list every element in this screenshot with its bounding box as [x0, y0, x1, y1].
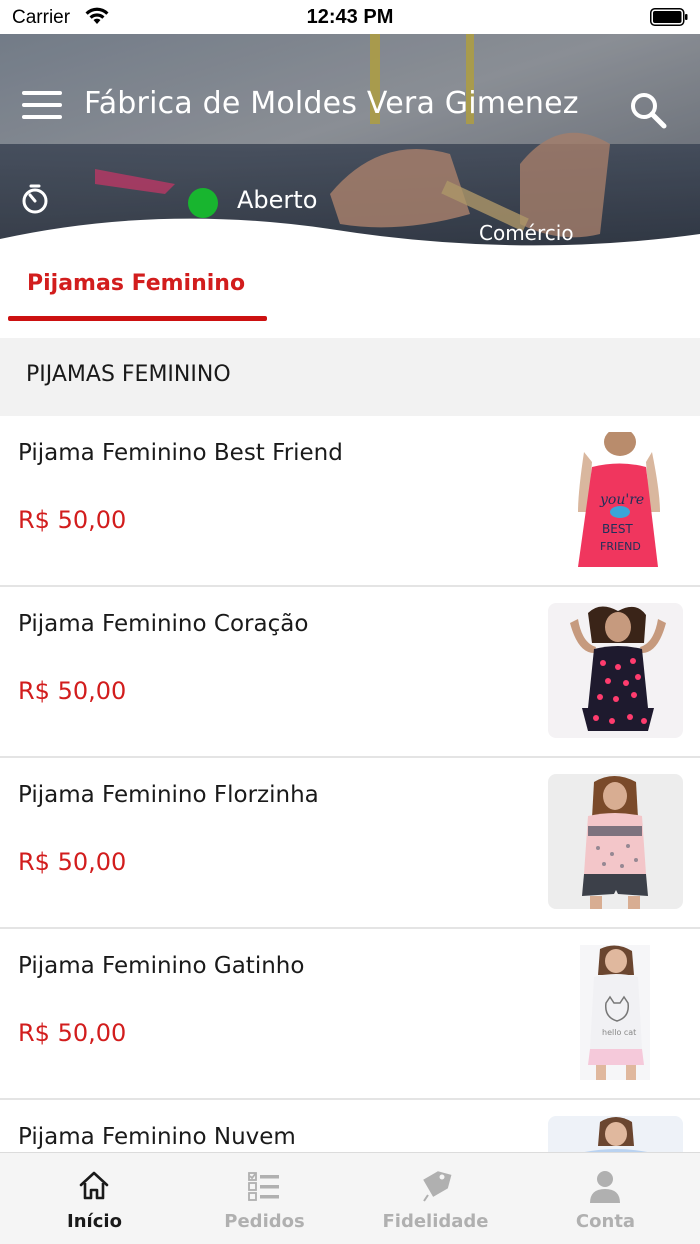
product-name: Pijama Feminino Best Friend [18, 440, 343, 466]
product-item[interactable]: Pijama Feminino Best Friend R$ 50,00 you… [0, 416, 700, 587]
bottom-navigation: Início Pedidos Fidelidade Conta [0, 1152, 700, 1244]
menu-button[interactable] [22, 91, 62, 123]
svg-text:BEST: BEST [602, 522, 633, 536]
product-item[interactable]: Pijama Feminino Coração R$ 50,00 [0, 587, 700, 758]
product-price: R$ 50,00 [18, 1019, 127, 1047]
loyalty-tag-icon [423, 1171, 452, 1202]
menu-icon-bar [22, 103, 62, 107]
section-title: PIJAMAS FEMININO [26, 362, 231, 387]
store-title: Fábrica de Moldes Vera Gimenez [84, 86, 579, 121]
nav-conta[interactable]: Conta [518, 1153, 693, 1244]
tab-label: Pijamas Feminino [27, 271, 246, 296]
battery-icon [650, 8, 688, 26]
product-image [548, 603, 683, 738]
tab-pijamas-feminino[interactable]: Pijamas Feminino [8, 254, 267, 338]
product-price: R$ 50,00 [18, 506, 127, 534]
svg-text:FRIEND: FRIEND [600, 540, 641, 553]
svg-text:you're: you're [599, 492, 644, 508]
nav-label: Fidelidade [382, 1211, 489, 1232]
product-image: hello cat [548, 945, 683, 1080]
product-item[interactable]: Pijama Feminino Gatinho R$ 50,00 hello c… [0, 929, 700, 1100]
nav-fidelidade[interactable]: Fidelidade [348, 1153, 523, 1244]
home-icon [79, 1171, 109, 1200]
menu-icon-bar [22, 115, 62, 119]
product-image [548, 774, 683, 909]
clock-time: 12:43 PM [306, 6, 394, 28]
status-bar: Carrier 12:43 PM [0, 0, 700, 34]
product-name: Pijama Feminino Florzinha [18, 782, 319, 808]
product-image: you're BEST FRIEND [548, 432, 683, 567]
product-name: Pijama Feminino Gatinho [18, 953, 305, 979]
product-price: R$ 50,00 [18, 677, 127, 705]
section-header: PIJAMAS FEMININO [0, 338, 700, 416]
open-status-dot [188, 188, 218, 218]
timer-icon [22, 184, 48, 214]
orders-list-icon [248, 1172, 279, 1201]
search-icon[interactable] [626, 88, 670, 132]
nav-label: Conta [575, 1211, 636, 1232]
product-image [548, 1116, 683, 1152]
account-icon [590, 1171, 620, 1203]
nav-pedidos[interactable]: Pedidos [177, 1153, 352, 1244]
product-name: Pijama Feminino Nuvem [18, 1124, 296, 1150]
store-category: Comércio [479, 221, 574, 245]
nav-inicio[interactable]: Início [7, 1153, 182, 1244]
product-name: Pijama Feminino Coração [18, 611, 309, 637]
product-item[interactable]: Pijama Feminino Nuvem [0, 1100, 700, 1152]
nav-label: Início [67, 1211, 122, 1232]
store-header: Fábrica de Moldes Vera Gimenez Aberto Co… [0, 34, 700, 254]
category-tabs: Pijamas Feminino [0, 254, 700, 338]
product-price: R$ 50,00 [18, 848, 127, 876]
product-item[interactable]: Pijama Feminino Florzinha R$ 50,00 [0, 758, 700, 929]
product-list: Pijama Feminino Best Friend R$ 50,00 you… [0, 416, 700, 1152]
nav-label: Pedidos [224, 1211, 305, 1232]
header-background-image [0, 34, 700, 254]
active-tab-indicator [8, 316, 267, 321]
open-status-label: Aberto [237, 186, 318, 214]
menu-icon-bar [22, 91, 62, 95]
svg-text:hello cat: hello cat [602, 1028, 636, 1037]
